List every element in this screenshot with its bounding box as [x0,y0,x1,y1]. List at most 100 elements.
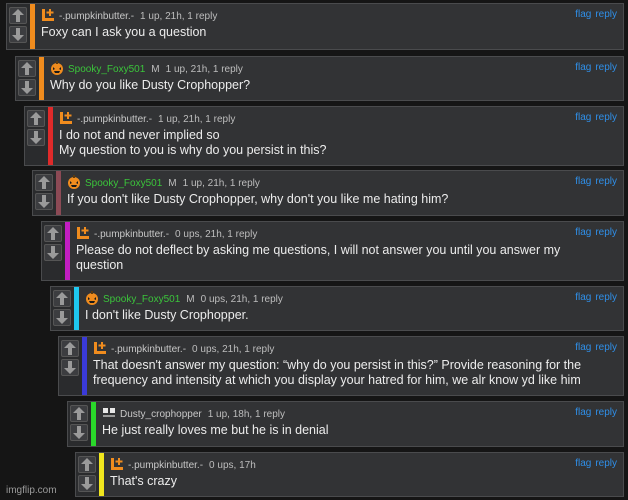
comment-text-line: If you don't like Dusty Crophopper, why … [67,192,449,206]
downvote-button[interactable] [61,359,79,376]
pumpkinbutter-avatar-icon [77,227,89,239]
downvote-button[interactable] [78,475,96,492]
comment-text-line: Foxy can I ask you a question [41,25,207,39]
mod-badge: M [168,178,177,189]
comment-text-line: question [76,258,124,272]
comment-body: -.pumpkinbutter.- 1 up, 21h, 1 reply flag… [41,4,617,49]
arrow-down-icon [47,246,59,259]
watermark: imgflip.com [6,485,57,496]
comment-header: Dusty_crophopper 1 up, 18h, 1 reply [102,406,617,420]
comment-body: -.pumpkinbutter.- 0 ups, 17h flag reply Th… [110,453,617,496]
upvote-button[interactable] [9,7,27,24]
comment-actions: flag reply [571,342,617,353]
upvote-button[interactable] [78,456,96,473]
pumpkinbutter-avatar-icon [42,9,54,21]
comment: Dusty_crophopper 1 up, 18h, 1 reply flag r… [67,401,624,447]
downvote-button[interactable] [18,79,36,96]
mod-badge: M [186,294,195,305]
pumpkin-avatar-icon [86,291,98,305]
comment-header: -.pumpkinbutter.- 0 ups, 21h, 1 reply [76,226,617,240]
upvote-button[interactable] [44,225,62,242]
upvote-button[interactable] [35,174,53,191]
flag-link[interactable]: flag [575,292,591,303]
comment-text: If you don't like Dusty Crophopper, why … [67,192,617,207]
reply-link[interactable]: reply [595,292,617,303]
downvote-button[interactable] [27,129,45,146]
downvote-button[interactable] [44,244,62,261]
pumpkinbutter-avatar-icon [111,458,123,470]
thread-depth-bar [48,107,53,165]
username-link[interactable]: Spooky_Foxy501 [68,64,145,75]
downvote-button[interactable] [70,424,88,441]
username-link[interactable]: Spooky_Foxy501 [103,294,180,305]
reply-link[interactable]: reply [595,176,617,187]
upvote-button[interactable] [70,405,88,422]
comment-body: Spooky_Foxy501 M 1 up, 21h, 1 reply flag re… [50,57,617,100]
upvote-button[interactable] [53,290,71,307]
arrow-down-icon [73,426,85,439]
flag-link[interactable]: flag [575,227,591,238]
comment-text-line: Please do not deflect by asking me quest… [76,243,561,257]
comment-meta: 1 up, 21h, 1 reply [140,11,218,22]
reply-link[interactable]: reply [595,342,617,353]
username-link[interactable]: Dusty_crophopper [120,409,202,420]
comment: -.pumpkinbutter.- 1 up, 21h, 1 reply flag… [6,3,624,50]
flag-link[interactable]: flag [575,407,591,418]
arrow-down-icon [30,131,42,144]
pumpkinbutter-avatar-icon [94,342,106,354]
comment-body: Dusty_crophopper 1 up, 18h, 1 reply flag r… [102,402,617,446]
username-link[interactable]: -.pumpkinbutter.- [111,344,186,355]
username-link[interactable]: -.pumpkinbutter.- [128,460,203,471]
downvote-button[interactable] [9,26,27,43]
vote-column [42,222,66,280]
comment-body: Spooky_Foxy501 M 0 ups, 21h, 1 reply flag r… [85,287,617,330]
reply-link[interactable]: reply [595,62,617,73]
vote-column [59,337,83,395]
username-link[interactable]: -.pumpkinbutter.- [94,229,169,240]
comment-meta: 1 up, 18h, 1 reply [207,409,285,420]
comment-text-line: Why do you like Dusty Crophopper? [50,78,251,92]
comment-header: Spooky_Foxy501 M 0 ups, 21h, 1 reply [85,291,617,305]
username-link[interactable]: Spooky_Foxy501 [85,178,162,189]
arrow-down-icon [56,311,68,324]
flag-link[interactable]: flag [575,342,591,353]
downvote-button[interactable] [53,309,71,326]
flag-link[interactable]: flag [575,458,591,469]
username-link[interactable]: -.pumpkinbutter.- [59,11,134,22]
vote-column [51,287,75,330]
downvote-button[interactable] [35,193,53,210]
comment-actions: flag reply [571,112,617,123]
flag-link[interactable]: flag [575,9,591,20]
thread-depth-bar [74,287,79,330]
comment-meta: 0 ups, 21h, 1 reply [192,344,275,355]
reply-link[interactable]: reply [595,407,617,418]
upvote-button[interactable] [18,60,36,77]
reply-link[interactable]: reply [595,458,617,469]
reply-link[interactable]: reply [595,227,617,238]
arrow-up-icon [73,407,85,420]
upvote-button[interactable] [61,340,79,357]
comment-text-line: He just really loves me but he is in den… [102,423,329,437]
mod-badge: M [151,64,160,75]
upvote-button[interactable] [27,110,45,127]
username-link[interactable]: -.pumpkinbutter.- [77,114,152,125]
vote-column [33,171,57,215]
reply-link[interactable]: reply [595,9,617,20]
comment-header: Spooky_Foxy501 M 1 up, 21h, 1 reply [67,175,617,189]
arrow-up-icon [47,227,59,240]
comment-actions: flag reply [571,62,617,73]
comment-meta: 1 up, 21h, 1 reply [158,114,236,125]
flag-link[interactable]: flag [575,62,591,73]
comment: -.pumpkinbutter.- 1 up, 21h, 1 reply flag… [24,106,624,166]
comment-text-line: That's crazy [110,474,177,488]
comment-text: That's crazy [110,474,617,489]
vote-column [25,107,49,165]
comment-meta: 0 ups, 21h, 1 reply [175,229,258,240]
comment-body: -.pumpkinbutter.- 1 up, 21h, 1 reply flag… [59,107,617,165]
flag-link[interactable]: flag [575,112,591,123]
comment-header: -.pumpkinbutter.- 0 ups, 17h [110,457,617,471]
reply-link[interactable]: reply [595,112,617,123]
comment-text: Foxy can I ask you a question [41,25,617,40]
comment-header: -.pumpkinbutter.- 1 up, 21h, 1 reply [41,8,617,22]
flag-link[interactable]: flag [575,176,591,187]
